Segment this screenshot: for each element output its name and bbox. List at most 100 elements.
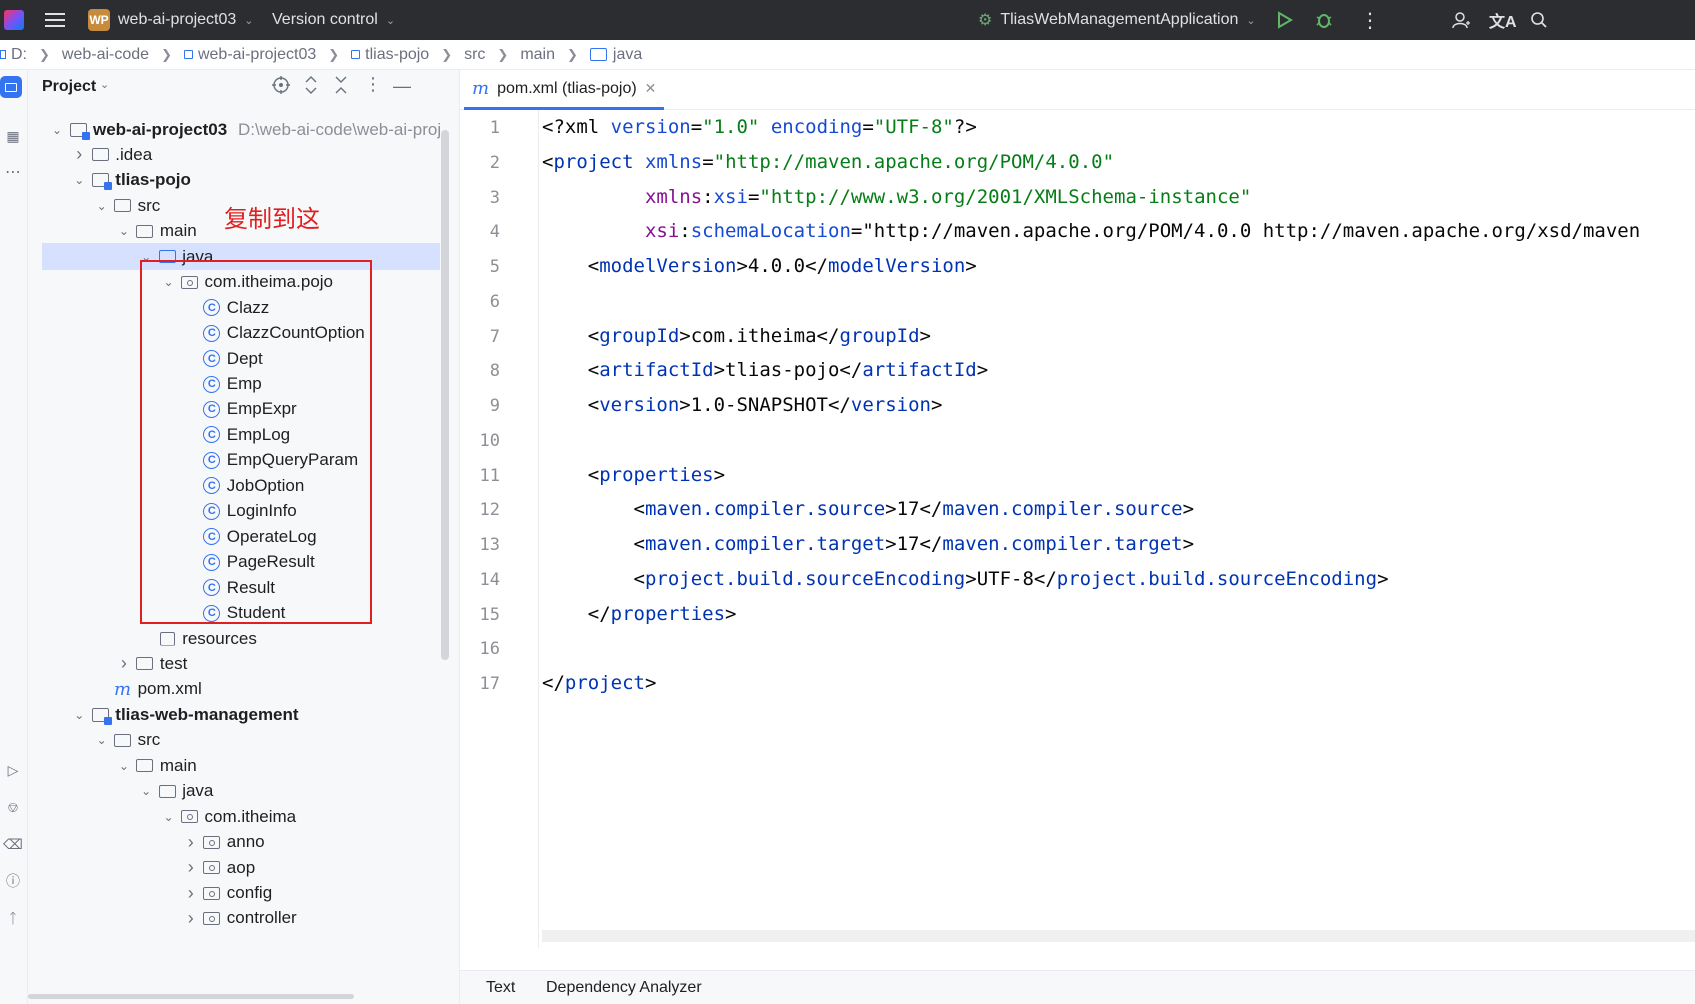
- chevron-right-icon[interactable]: ›: [72, 144, 86, 164]
- tree-item-class[interactable]: C Emp: [28, 371, 448, 398]
- chevron-down-icon[interactable]: ⌄: [162, 275, 176, 289]
- chevron-right-icon[interactable]: ›: [117, 653, 131, 673]
- chevron-down-icon[interactable]: ⌄: [72, 708, 86, 722]
- breadcrumb-item-tlias-pojo[interactable]: tlias-pojo: [351, 46, 429, 64]
- tree-item-idea[interactable]: › .idea: [28, 141, 448, 168]
- tree-item-package[interactable]: › controller: [28, 905, 448, 932]
- tree-item-class[interactable]: C Student: [28, 600, 448, 627]
- tree-item-test[interactable]: › test: [28, 650, 448, 677]
- tree-item-class[interactable]: C JobOption: [28, 472, 448, 499]
- terminal-tool-icon[interactable]: ⌫: [3, 834, 23, 854]
- main-menu-icon[interactable]: [44, 0, 66, 40]
- project-tool-icon[interactable]: [0, 76, 22, 98]
- code-content[interactable]: <?xml version="1.0" encoding="UTF-8"?> <p…: [542, 110, 1695, 948]
- chevron-right-icon[interactable]: ›: [184, 832, 198, 852]
- tree-item-main[interactable]: ⌄ main: [28, 752, 448, 779]
- package-icon: [203, 909, 221, 927]
- git-tool-icon[interactable]: ᛏ: [3, 908, 23, 928]
- chevron-right-icon[interactable]: ›: [184, 883, 198, 903]
- chevron-down-icon[interactable]: ⌄: [95, 199, 109, 213]
- translate-icon[interactable]: 文A: [1489, 0, 1517, 40]
- problems-tool-icon[interactable]: ⓘ: [3, 871, 23, 891]
- tree-item-package[interactable]: › config: [28, 880, 448, 907]
- tree-item-java[interactable]: ⌄ java: [42, 243, 440, 271]
- chevron-right-icon: ❯: [39, 46, 50, 62]
- search-icon[interactable]: [1530, 0, 1548, 40]
- run-button[interactable]: [1275, 0, 1293, 40]
- tree-horizontal-scrollbar[interactable]: [28, 994, 354, 999]
- breadcrumb-item-src[interactable]: src: [464, 46, 485, 64]
- tree-scrollbar[interactable]: [441, 130, 449, 660]
- project-badge: WP: [88, 9, 110, 31]
- tree-item-tlias-pojo[interactable]: ⌄ tlias-pojo: [28, 167, 448, 194]
- chevron-down-icon[interactable]: ⌄: [95, 733, 109, 747]
- run-config-selector[interactable]: ⚙ TliasWebManagementApplication ⌄: [978, 0, 1256, 40]
- chevron-right-icon[interactable]: ›: [184, 857, 198, 877]
- chevron-down-icon[interactable]: ⌄: [117, 759, 131, 773]
- line-number: 8: [489, 361, 500, 382]
- chevron-down-icon[interactable]: ⌄: [72, 173, 86, 187]
- structure-tool-icon[interactable]: ▦: [3, 126, 23, 146]
- tree-item-class[interactable]: C LoginInfo: [28, 498, 448, 525]
- tree-item-package-pojo[interactable]: ⌄ com.itheima.pojo: [28, 269, 448, 296]
- line-number: 14: [479, 569, 500, 590]
- chevron-right-icon[interactable]: ›: [184, 908, 198, 928]
- tree-item-class[interactable]: C PageResult: [28, 549, 448, 576]
- tree-item-package[interactable]: › anno: [28, 829, 448, 856]
- tree-item-java[interactable]: ⌄ java: [28, 778, 448, 805]
- tree-item-tlias-web-management[interactable]: ⌄ tlias-web-management: [28, 701, 448, 728]
- breadcrumb-item-java[interactable]: java: [589, 46, 642, 64]
- project-selector[interactable]: WP web-ai-project03 ⌄: [88, 0, 254, 40]
- build-tool-icon[interactable]: ⎊: [3, 797, 23, 817]
- project-panel-title[interactable]: Project: [42, 78, 96, 96]
- breadcrumb-item-web-ai-code[interactable]: web-ai-code: [62, 46, 149, 64]
- tab-dependency-analyzer[interactable]: Dependency Analyzer: [546, 979, 702, 997]
- chevron-down-icon[interactable]: ⌄: [117, 224, 131, 238]
- tree-item-class[interactable]: C EmpExpr: [28, 396, 448, 423]
- chevron-down-icon[interactable]: ⌄: [139, 250, 153, 264]
- tree-item-class[interactable]: C OperateLog: [28, 523, 448, 550]
- close-icon[interactable]: ✕: [645, 80, 657, 97]
- tree-item-class[interactable]: C ClazzCountOption: [28, 320, 448, 347]
- collapse-all-icon[interactable]: [334, 76, 348, 94]
- expand-all-icon[interactable]: [304, 76, 318, 94]
- tree-item-resources[interactable]: resources: [28, 625, 448, 652]
- breadcrumb-item-project[interactable]: web-ai-project03: [183, 46, 316, 64]
- tree-item-class[interactable]: C EmpQueryParam: [28, 447, 448, 474]
- app-logo-icon[interactable]: [4, 0, 24, 40]
- locate-file-icon[interactable]: [272, 76, 290, 94]
- tree-item-class[interactable]: C Result: [28, 574, 448, 601]
- tree-item-class[interactable]: C Clazz: [28, 294, 448, 321]
- tree-item-root-project[interactable]: ⌄ web-ai-project03 D:\web-ai-code\web-ai-p…: [28, 116, 448, 143]
- editor-tab-bar: m pom.xml (tlias-pojo) ✕: [460, 70, 1695, 110]
- tree-item-class[interactable]: C EmpLog: [28, 421, 448, 448]
- tree-item-pom-xml[interactable]: m pom.xml: [28, 676, 448, 703]
- chevron-down-icon[interactable]: ⌄: [139, 784, 153, 798]
- debug-button[interactable]: [1314, 0, 1334, 40]
- code-line: <groupId>com.itheima</groupId>: [542, 324, 931, 347]
- line-number: 12: [479, 500, 500, 521]
- more-options-icon[interactable]: ⋮: [1360, 0, 1380, 40]
- tree-item-class[interactable]: C Dept: [28, 345, 448, 372]
- account-icon[interactable]: [1452, 0, 1470, 40]
- services-tool-icon[interactable]: ▷: [3, 760, 23, 780]
- tab-pom-xml[interactable]: m pom.xml (tlias-pojo) ✕: [464, 70, 665, 110]
- tree-item-package[interactable]: › aop: [28, 854, 448, 881]
- tree-item-label: com.itheima: [204, 806, 297, 826]
- class-icon: C: [203, 477, 221, 495]
- panel-options-icon[interactable]: ⋮: [364, 74, 382, 95]
- more-tools-icon[interactable]: ⋯: [3, 162, 23, 182]
- editor-horizontal-scrollbar[interactable]: [542, 930, 1695, 942]
- hide-panel-icon[interactable]: —: [393, 76, 411, 97]
- chevron-down-icon[interactable]: ⌄: [50, 123, 64, 137]
- breadcrumb-item-drive[interactable]: D:: [0, 46, 27, 64]
- breadcrumb-item-main[interactable]: main: [520, 46, 555, 64]
- folder-icon: [91, 146, 109, 164]
- class-icon: C: [203, 553, 221, 571]
- tree-item-src[interactable]: ⌄ src: [28, 727, 448, 754]
- tree-item-package-itheima[interactable]: ⌄ com.itheima: [28, 803, 448, 830]
- tree-item-label: tlias-web-management: [115, 704, 299, 724]
- chevron-down-icon[interactable]: ⌄: [162, 810, 176, 824]
- version-control-menu[interactable]: Version control ⌄: [272, 0, 395, 40]
- tab-text[interactable]: Text: [486, 979, 515, 997]
